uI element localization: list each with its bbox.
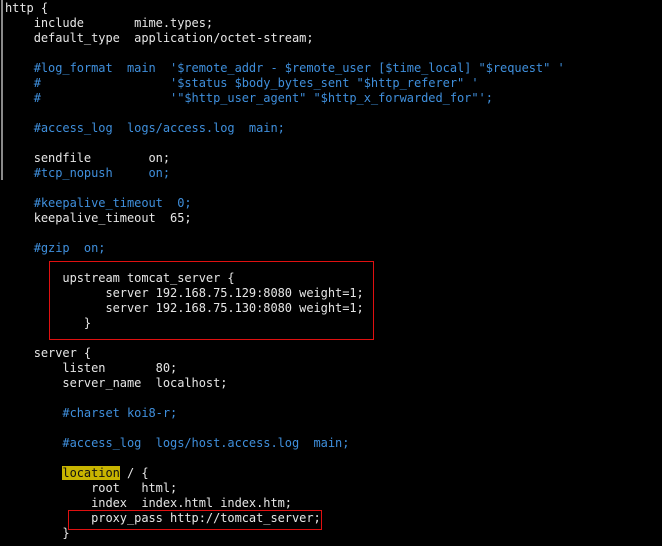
comment-line: #tcp_nopush on; <box>5 166 171 180</box>
proxy-pass-annotation-box <box>68 510 322 530</box>
upstream-annotation-box <box>49 261 374 340</box>
code-line: server_name localhost; <box>5 376 228 390</box>
comment-line: # '$status $body_bytes_sent "$http_refer… <box>5 76 479 90</box>
comment-line: #keepalive_timeout 0; <box>5 196 192 210</box>
code-line: root html; <box>5 481 178 495</box>
search-highlight: location <box>62 466 120 480</box>
line-text <box>5 466 62 480</box>
line-text: / { <box>119 466 149 480</box>
comment-line: #gzip on; <box>5 241 106 255</box>
code-line: keepalive_timeout 65; <box>5 211 192 225</box>
code-line: server { <box>5 346 92 360</box>
code-line: default_type application/octet-stream; <box>5 31 314 45</box>
comment-line: #access_log logs/access.log main; <box>5 121 285 135</box>
code-line: listen 80; <box>5 361 178 375</box>
comment-line: #charset koi8-r; <box>5 406 178 420</box>
comment-line: # '"$http_user_agent" "$http_x_forwarded… <box>5 91 493 105</box>
code-line: index index.html index.htm; <box>5 496 292 510</box>
code-line: sendfile on; <box>5 151 171 165</box>
code-line: location / { <box>5 466 565 481</box>
comment-line: #log_format main '$remote_addr - $remote… <box>5 61 565 75</box>
code-line: include mime.types; <box>5 16 214 30</box>
comment-line: #access_log logs/host.access.log main; <box>5 436 350 450</box>
terminal-left-border <box>1 0 3 180</box>
terminal-window[interactable]: http { include mime.types; default_type … <box>0 0 662 546</box>
code-line: http { <box>5 1 49 15</box>
